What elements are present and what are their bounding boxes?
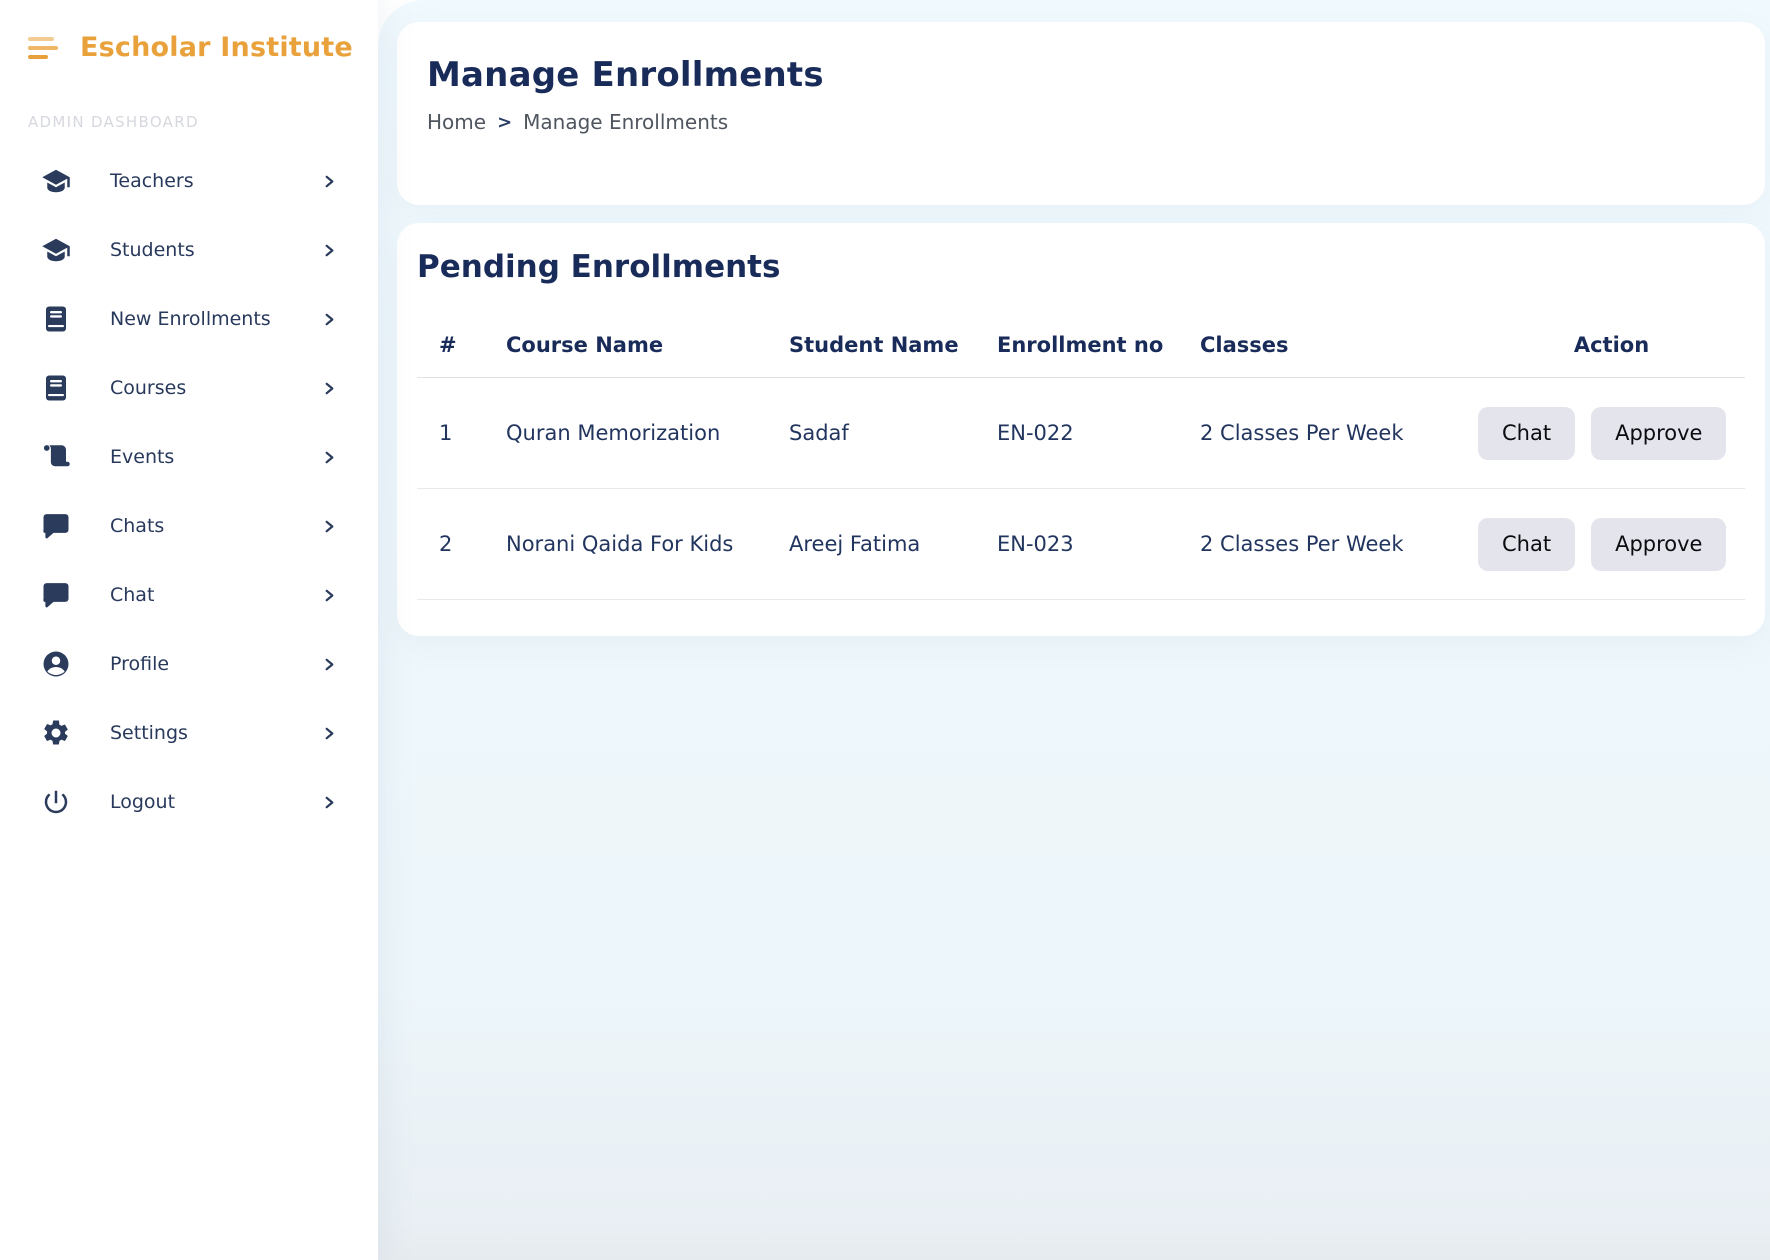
- sidebar-section-label: ADMIN DASHBOARD: [28, 113, 378, 131]
- breadcrumb: Home > Manage Enrollments: [427, 110, 1735, 134]
- sidebar-item-label: Profile: [110, 653, 322, 675]
- classes-cell: 2 Classes Per Week: [1178, 532, 1478, 556]
- breadcrumb-current: Manage Enrollments: [523, 110, 728, 134]
- chat-bubble-icon: [40, 510, 72, 542]
- sidebar-item-teachers[interactable]: Teachers: [28, 159, 338, 203]
- sidebar-item-students[interactable]: Students: [28, 228, 338, 272]
- book-icon: [40, 372, 72, 404]
- gear-icon: [40, 717, 72, 749]
- sidebar-item-courses[interactable]: Courses: [28, 366, 338, 410]
- sidebar-nav: Teachers Students New Enrollments Course…: [28, 159, 378, 824]
- graduation-cap-icon: [40, 234, 72, 266]
- breadcrumb-separator-icon: >: [497, 112, 512, 133]
- chevron-right-icon: [322, 656, 338, 672]
- sidebar-item-settings[interactable]: Settings: [28, 711, 338, 755]
- table-row: 2 Norani Qaida For Kids Areej Fatima EN-…: [417, 489, 1745, 600]
- row-number: 1: [417, 421, 484, 445]
- table-header-row: # Course Name Student Name Enrollment no…: [417, 287, 1745, 378]
- sidebar-item-label: Logout: [110, 791, 322, 813]
- chevron-right-icon: [322, 380, 338, 396]
- chevron-right-icon: [322, 794, 338, 810]
- column-header-number: #: [417, 287, 484, 377]
- course-name-cell: Quran Memorization: [484, 421, 767, 445]
- chevron-right-icon: [322, 173, 338, 189]
- sidebar-item-profile[interactable]: Profile: [28, 642, 338, 686]
- column-header-enrollment-no: Enrollment no: [975, 287, 1178, 377]
- book-icon: [40, 303, 72, 335]
- sidebar-item-label: Settings: [110, 722, 322, 744]
- hamburger-menu-icon[interactable]: [28, 33, 58, 63]
- chevron-right-icon: [322, 242, 338, 258]
- page-title: Manage Enrollments: [427, 54, 1735, 96]
- sidebar-item-label: Chat: [110, 584, 322, 606]
- approve-button[interactable]: Approve: [1591, 407, 1726, 460]
- breadcrumb-home-link[interactable]: Home: [427, 110, 486, 134]
- column-header-action: Action: [1478, 287, 1745, 377]
- sidebar-item-new-enrollments[interactable]: New Enrollments: [28, 297, 338, 341]
- student-name-cell: Areej Fatima: [767, 532, 975, 556]
- actions-cell: Chat Approve: [1478, 518, 1764, 571]
- sidebar-item-chat[interactable]: Chat: [28, 573, 338, 617]
- chevron-right-icon: [322, 587, 338, 603]
- sidebar-item-chats[interactable]: Chats: [28, 504, 338, 548]
- sidebar-item-label: Chats: [110, 515, 322, 537]
- app-root: Escholar Institute ADMIN DASHBOARD Teach…: [0, 0, 1770, 1260]
- sidebar-item-label: Students: [110, 239, 322, 261]
- page-header-card: Manage Enrollments Home > Manage Enrollm…: [397, 22, 1765, 205]
- sidebar-item-label: Courses: [110, 377, 322, 399]
- course-name-cell: Norani Qaida For Kids: [484, 532, 767, 556]
- enrollment-no-cell: EN-023: [975, 532, 1178, 556]
- approve-button[interactable]: Approve: [1591, 518, 1726, 571]
- column-header-student-name: Student Name: [767, 287, 975, 377]
- sidebar-item-label: Events: [110, 446, 322, 468]
- pending-enrollments-card: Pending Enrollments # Course Name Studen…: [397, 223, 1765, 636]
- card-title: Pending Enrollments: [417, 247, 1745, 287]
- sidebar: Escholar Institute ADMIN DASHBOARD Teach…: [0, 0, 378, 1260]
- user-circle-icon: [40, 648, 72, 680]
- sidebar-item-logout[interactable]: Logout: [28, 780, 338, 824]
- brand: Escholar Institute: [28, 32, 378, 63]
- column-header-classes: Classes: [1178, 287, 1478, 377]
- classes-cell: 2 Classes Per Week: [1178, 421, 1478, 445]
- scroll-icon: [40, 441, 72, 473]
- brand-name: Escholar Institute: [80, 32, 353, 63]
- chevron-right-icon: [322, 449, 338, 465]
- student-name-cell: Sadaf: [767, 421, 975, 445]
- chat-button[interactable]: Chat: [1478, 518, 1575, 571]
- table-row: 1 Quran Memorization Sadaf EN-022 2 Clas…: [417, 378, 1745, 489]
- sidebar-item-events[interactable]: Events: [28, 435, 338, 479]
- enrollment-no-cell: EN-022: [975, 421, 1178, 445]
- chevron-right-icon: [322, 311, 338, 327]
- power-icon: [40, 786, 72, 818]
- chat-button[interactable]: Chat: [1478, 407, 1575, 460]
- enrollments-table: # Course Name Student Name Enrollment no…: [417, 287, 1745, 600]
- column-header-course-name: Course Name: [484, 287, 767, 377]
- actions-cell: Chat Approve: [1478, 407, 1764, 460]
- sidebar-item-label: Teachers: [110, 170, 322, 192]
- chevron-right-icon: [322, 518, 338, 534]
- chevron-right-icon: [322, 725, 338, 741]
- graduation-cap-icon: [40, 165, 72, 197]
- sidebar-item-label: New Enrollments: [110, 308, 322, 330]
- chat-bubble-icon: [40, 579, 72, 611]
- main-content: Manage Enrollments Home > Manage Enrollm…: [378, 0, 1770, 1260]
- row-number: 2: [417, 532, 484, 556]
